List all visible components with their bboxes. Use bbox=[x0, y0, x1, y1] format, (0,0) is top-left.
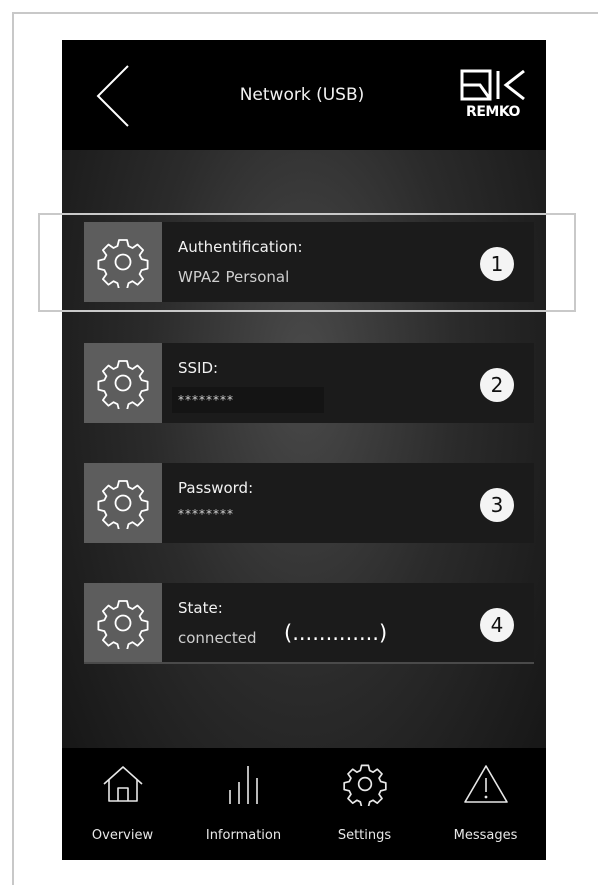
gear-icon bbox=[97, 360, 149, 409]
nav-overview[interactable]: Overview bbox=[62, 748, 183, 860]
nav-information[interactable]: Information bbox=[183, 748, 304, 860]
number-badge: 2 bbox=[480, 368, 514, 402]
nav-label: Overview bbox=[91, 828, 154, 843]
row-divider bbox=[84, 662, 534, 664]
logo-text: REMKO bbox=[466, 104, 520, 120]
nav-label: Information bbox=[205, 828, 282, 843]
setting-value: ******** bbox=[178, 393, 234, 407]
gear-icon bbox=[97, 600, 149, 649]
back-button[interactable] bbox=[92, 62, 142, 130]
nav-label: Messages bbox=[453, 828, 518, 843]
warning-icon-wrap bbox=[425, 762, 546, 806]
bar-chart-icon-wrap bbox=[183, 762, 304, 806]
bottom-nav: Overview Information Settings Messages bbox=[62, 748, 546, 860]
gear-icon-wrap bbox=[304, 762, 425, 806]
setting-value: connected bbox=[178, 629, 257, 647]
setting-value: ******** bbox=[178, 507, 234, 521]
setting-row-state[interactable]: State: connected (.............) 4 bbox=[84, 583, 534, 663]
state-detail-placeholder: (.............) bbox=[284, 621, 388, 645]
bar-chart-icon bbox=[228, 766, 258, 804]
gear-box bbox=[84, 343, 162, 423]
gear-icon bbox=[342, 764, 387, 806]
nav-settings[interactable]: Settings bbox=[304, 748, 425, 860]
page-frame-top bbox=[12, 12, 598, 14]
home-icon bbox=[102, 766, 143, 802]
app-header: Network (USB) REMKO bbox=[62, 40, 546, 150]
page-frame-left bbox=[12, 12, 14, 885]
nav-messages[interactable]: Messages bbox=[425, 748, 546, 860]
warning-icon bbox=[463, 765, 508, 803]
gear-box bbox=[84, 583, 162, 663]
number-badge: 3 bbox=[480, 488, 514, 522]
number-badge: 4 bbox=[480, 608, 514, 642]
gear-box bbox=[84, 463, 162, 543]
setting-label: SSID: bbox=[178, 359, 219, 377]
device-screen: Network (USB) REMKO Authentification: WP… bbox=[62, 40, 546, 860]
chevron-left-icon bbox=[96, 65, 129, 127]
remko-logo: REMKO bbox=[458, 68, 528, 124]
logo-mark-icon bbox=[460, 69, 525, 101]
setting-label: State: bbox=[178, 599, 223, 617]
page-title: Network (USB) bbox=[239, 85, 365, 105]
home-icon-wrap bbox=[62, 762, 183, 806]
setting-label: Password: bbox=[178, 479, 254, 497]
setting-row-password[interactable]: Password: ******** 3 bbox=[84, 463, 534, 543]
setting-row-ssid[interactable]: SSID: ******** 2 bbox=[84, 343, 534, 423]
highlight-frame bbox=[38, 213, 576, 312]
gear-icon bbox=[97, 480, 149, 529]
nav-label: Settings bbox=[337, 828, 392, 843]
